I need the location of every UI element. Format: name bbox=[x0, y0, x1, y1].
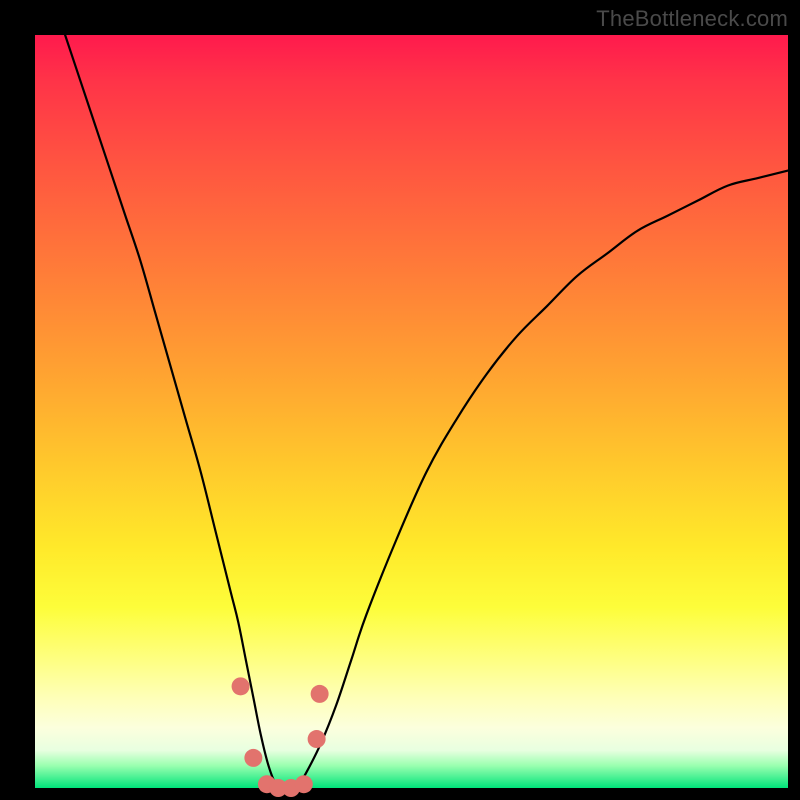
watermark-text: TheBottleneck.com bbox=[596, 6, 788, 32]
highlight-marker bbox=[311, 685, 329, 703]
marker-group bbox=[232, 677, 329, 797]
plot-area bbox=[35, 35, 788, 788]
highlight-marker bbox=[232, 677, 250, 695]
highlight-marker bbox=[244, 749, 262, 767]
highlight-marker bbox=[295, 775, 313, 793]
bottleneck-curve bbox=[65, 35, 788, 789]
chart-frame: TheBottleneck.com bbox=[0, 0, 800, 800]
highlight-marker bbox=[308, 730, 326, 748]
curve-layer bbox=[35, 35, 788, 788]
